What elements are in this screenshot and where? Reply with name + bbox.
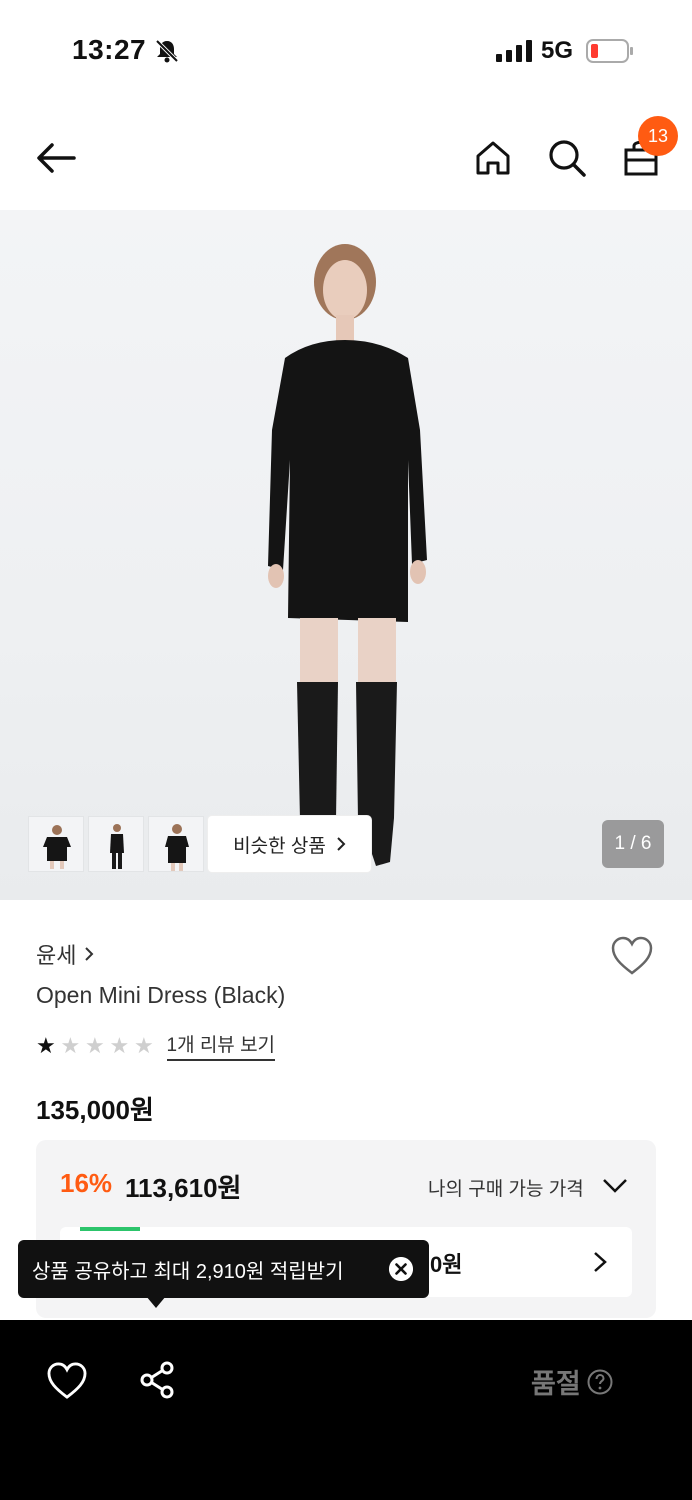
status-bar: 13:27 5G: [0, 0, 692, 100]
star-icon: ★: [36, 1032, 56, 1058]
top-nav: 13: [0, 100, 692, 210]
benefit-amount: 0원: [430, 1252, 463, 1277]
my-price-toggle[interactable]: 나의 구매 가능 가격: [428, 1174, 584, 1201]
star-icon: ★: [134, 1032, 154, 1058]
image-page-counter: 1 / 6: [602, 820, 664, 868]
share-icon[interactable]: [138, 1360, 178, 1400]
discount-percent: 16%: [60, 1168, 113, 1198]
cart-count-badge: 13: [638, 116, 678, 156]
network-type: 5G: [541, 37, 574, 64]
close-icon[interactable]: [389, 1257, 413, 1281]
benefit-accent-bar: [80, 1227, 140, 1231]
home-icon[interactable]: [471, 136, 515, 180]
thumbnail-1[interactable]: [28, 816, 84, 872]
star-icon: ★: [60, 1032, 81, 1058]
back-arrow-icon[interactable]: [34, 136, 78, 180]
status-time: 13:27: [72, 34, 147, 65]
battery-icon: [586, 39, 633, 63]
heart-icon[interactable]: [46, 1362, 88, 1400]
soldout-label: 품절: [531, 1369, 581, 1399]
thumbnail-3[interactable]: [148, 816, 204, 872]
star-icon: ★: [109, 1032, 130, 1058]
star-icon: ★: [85, 1032, 105, 1058]
list-price: 135,000원: [36, 1095, 154, 1125]
similar-products-button[interactable]: 비슷한 상품: [208, 816, 371, 872]
bottom-action-bar: 품절: [0, 1320, 692, 1500]
thumbnail-2[interactable]: [88, 816, 144, 872]
product-name: Open Mini Dress (Black): [36, 982, 286, 1008]
product-photo: [268, 244, 427, 866]
bell-off-icon: [155, 39, 179, 63]
help-icon[interactable]: [587, 1369, 613, 1395]
thumbnail-image: [165, 824, 189, 871]
chevron-down-icon[interactable]: [602, 1174, 628, 1196]
review-link[interactable]: 1개 리뷰 보기: [166, 1030, 276, 1061]
signal-icon: [496, 40, 532, 62]
tooltip-text: 상품 공유하고 최대 2,910원 적립받기: [32, 1260, 344, 1283]
search-icon[interactable]: [545, 136, 589, 180]
chevron-right-icon: [337, 837, 346, 851]
chevron-right-icon: [85, 947, 94, 961]
soldout-status: 품절: [531, 1362, 613, 1401]
thumbnail-image: [43, 825, 71, 869]
rating-row: ★ ★ ★ ★ ★ 1개 리뷰 보기: [36, 1030, 276, 1061]
thumbnail-strip: [28, 816, 204, 872]
sale-price: 113,610원: [125, 1173, 242, 1203]
chevron-right-icon: [594, 1252, 607, 1272]
similar-products-label: 비슷한 상품: [233, 835, 326, 857]
brand-link[interactable]: 윤세: [36, 938, 94, 970]
thumbnail-image: [110, 824, 124, 869]
product-image-gallery[interactable]: 비슷한 상품 1 / 6: [0, 210, 692, 900]
heart-icon[interactable]: [610, 936, 654, 976]
share-reward-tooltip: 상품 공유하고 최대 2,910원 적립받기: [18, 1240, 429, 1298]
brand-name: 윤세: [36, 943, 77, 968]
tooltip-arrow: [146, 1296, 166, 1308]
